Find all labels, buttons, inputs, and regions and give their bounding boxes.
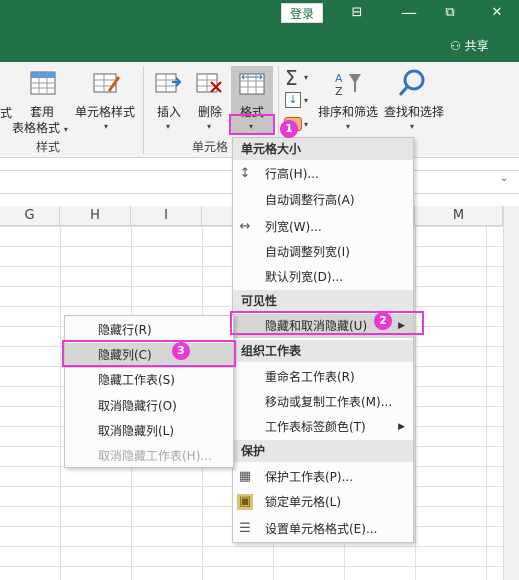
column-width-icon: ↔ <box>239 219 251 234</box>
expand-formula-bar-icon[interactable]: ⌄ <box>500 173 508 184</box>
protection-section-header: 保护 <box>233 440 413 462</box>
styles-group-label: 样式 <box>36 140 61 154</box>
cell-styles-icon[interactable] <box>92 70 120 98</box>
step2-highlight <box>230 311 424 335</box>
sort-filter-label[interactable]: 排序和筛选 <box>318 103 378 120</box>
protect-sheet-item[interactable]: ▦ 保护工作表(P)... <box>233 465 413 489</box>
format-cells-icon: ☰ <box>239 521 251 536</box>
format-icon[interactable] <box>238 70 266 98</box>
fill-icon[interactable]: ↓ <box>285 92 301 108</box>
svg-text:Z: Z <box>335 85 343 98</box>
move-copy-sheet-item[interactable]: 移动或复制工作表(M)... <box>233 390 413 414</box>
find-select-caret-icon[interactable]: ▾ <box>410 122 414 131</box>
unhide-sheet-item: 取消隐藏工作表(H)... <box>98 449 212 463</box>
column-header-m[interactable]: M <box>415 206 503 226</box>
sort-filter-caret-icon[interactable]: ▾ <box>346 122 350 131</box>
tab-color-item[interactable]: 工作表标签颜色(T) ▶ <box>233 415 413 439</box>
protect-sheet-icon: ▦ <box>238 469 252 484</box>
column-header-i[interactable]: I <box>131 206 202 226</box>
lock-icon: ▣ <box>237 494 253 510</box>
cell-styles-label[interactable]: 单元格样式 <box>75 103 135 120</box>
sort-filter-icon[interactable]: AZ <box>333 70 363 98</box>
hide-unhide-submenu: 隐藏行(R) 隐藏列(C) 隐藏工作表(S) 取消隐藏行(O) 取消隐藏列(L)… <box>64 315 234 468</box>
ribbon-display-options-icon[interactable]: ⊟ <box>342 2 372 24</box>
unhide-columns-item[interactable]: 取消隐藏列(L) <box>65 419 233 444</box>
step3-badge: 3 <box>172 342 190 360</box>
column-width-item[interactable]: ↔ 列宽(W)... <box>233 215 413 239</box>
step3-highlight <box>62 340 236 367</box>
table-format-icon[interactable] <box>29 70 57 98</box>
cell-size-section-header: 单元格大小 <box>233 138 413 160</box>
autosum-icon[interactable]: Σ <box>285 66 298 90</box>
group-separator <box>143 66 144 154</box>
row-height-icon: ↕ <box>239 166 251 181</box>
close-icon[interactable]: ✕ <box>482 2 512 24</box>
autofit-row-height-item[interactable]: 自动调整行高(A) <box>233 188 413 212</box>
unhide-rows-item[interactable]: 取消隐藏行(O) <box>65 394 233 419</box>
magnifier-icon[interactable] <box>398 68 428 98</box>
minimize-icon[interactable]: — <box>394 2 424 24</box>
column-header-h[interactable]: H <box>60 206 131 226</box>
delete-label[interactable]: 删除 <box>198 103 222 120</box>
visibility-section-header: 可见性 <box>233 290 413 312</box>
share-button[interactable]: ⚇ 共享 <box>450 36 510 56</box>
find-select-label[interactable]: 查找和选择 <box>384 103 444 120</box>
format-cells-item[interactable]: ☰ 设置单元格格式(E)... <box>233 517 413 541</box>
partial-ribbon-label: 式 <box>0 106 13 120</box>
step1-highlight <box>229 114 275 135</box>
table-format-label-1[interactable]: 套用 <box>30 103 54 120</box>
lock-cell-item[interactable]: ▣ 锁定单元格(L) <box>233 490 413 514</box>
cell-styles-caret-icon[interactable]: ▾ <box>104 122 108 131</box>
autosum-caret-icon[interactable]: ▾ <box>304 73 308 82</box>
share-label: 共享 <box>464 39 489 53</box>
vertical-scrollbar[interactable] <box>503 206 519 580</box>
insert-cells-icon[interactable] <box>154 70 182 98</box>
svg-text:A: A <box>335 72 343 85</box>
person-icon: ⚇ <box>450 39 461 53</box>
clear-caret-icon[interactable]: ▾ <box>304 120 308 129</box>
delete-cells-icon[interactable] <box>195 70 223 98</box>
delete-caret-icon[interactable]: ▾ <box>207 122 211 131</box>
login-button[interactable]: 登录 <box>281 3 323 23</box>
column-header-g[interactable]: G <box>0 206 60 226</box>
hide-sheet-item[interactable]: 隐藏工作表(S) <box>65 368 233 393</box>
cells-group-label: 单元格 <box>192 140 229 154</box>
fill-caret-icon[interactable]: ▾ <box>304 96 308 105</box>
insert-caret-icon[interactable]: ▾ <box>166 122 170 131</box>
format-dropdown-menu: 单元格大小 ↕ 行高(H)... 自动调整行高(A) ↔ 列宽(W)... 自动调整… <box>232 137 414 543</box>
table-format-label-2[interactable]: 表格格式 ▾ <box>12 119 68 136</box>
organize-sheets-section-header: 组织工作表 <box>233 340 413 362</box>
autofit-column-width-item[interactable]: 自动调整列宽(I) <box>233 240 413 264</box>
step1-badge: 1 <box>280 120 298 138</box>
insert-label[interactable]: 插入 <box>157 103 181 120</box>
restore-icon[interactable]: ⧉ <box>435 2 465 24</box>
row-height-item[interactable]: ↕ 行高(H)... <box>233 162 413 186</box>
rename-sheet-item[interactable]: 重命名工作表(R) <box>233 365 413 389</box>
step2-badge: 2 <box>374 312 392 330</box>
default-width-item[interactable]: 默认列宽(D)... <box>233 265 413 289</box>
submenu-arrow-icon: ▶ <box>398 422 405 432</box>
